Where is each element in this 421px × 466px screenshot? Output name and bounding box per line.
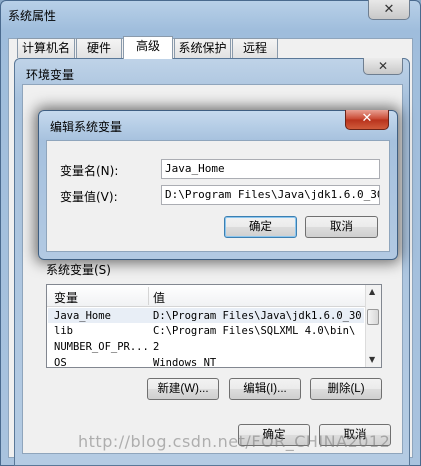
tab-remote[interactable]: 远程 [232,38,278,58]
edit-dialog-title: 编辑系统变量 [50,120,123,134]
list-header [47,285,365,307]
tab-computer-name[interactable]: 计算机名 [17,38,75,58]
system-properties-title: 系统属性 [8,9,57,23]
list-item-value[interactable]: C:\Program Files\SQLXML 4.0\bin\ [153,325,355,337]
close-icon: ✕ [377,59,389,73]
delete-variable-button[interactable]: 删除(L) [310,378,382,400]
new-variable-button[interactable]: 新建(W)... [147,378,219,400]
edit-cancel-button[interactable]: 取消 [305,216,378,238]
variable-value-label: 变量值(V): [60,190,118,204]
close-icon: ✕ [361,111,373,126]
tab-hardware[interactable]: 硬件 [76,38,122,58]
environment-variables-title: 环境变量 [26,68,75,82]
column-header-value[interactable]: 值 [153,289,165,306]
list-item-name[interactable]: OS [54,357,67,367]
environment-variables-close-button[interactable]: ✕ [363,58,403,75]
system-variables-label: 系统变量(S) [46,263,111,277]
watermark-text: http://blog.csdn.net/FOR_CHINA2012 [78,432,391,451]
scroll-down-icon[interactable]: ▼ [369,355,375,364]
list-item-value[interactable]: 2 [153,341,159,353]
scroll-up-icon[interactable]: ▲ [369,287,375,296]
list-item-name[interactable]: lib [54,325,73,337]
variable-value-input[interactable]: D:\Program Files\Java\jdk1.6.0_30 [161,185,380,205]
close-icon: ✕ [383,2,395,17]
variable-name-input[interactable]: Java_Home [161,159,380,179]
list-item-name[interactable]: Java_Home [54,310,111,322]
system-properties-close-button[interactable]: ✕ [368,0,410,20]
list-item-name[interactable]: NUMBER_OF_PR... [54,341,149,353]
column-header-variable[interactable]: 变量 [54,289,78,306]
list-item-value[interactable]: Windows_NT [153,357,216,367]
tab-system-protection[interactable]: 系统保护 [174,38,231,58]
list-item-value[interactable]: D:\Program Files\Java\jdk1.6.0_30 [153,310,362,322]
tab-advanced[interactable]: 高级 [123,36,173,59]
edit-ok-button[interactable]: 确定 [224,216,297,238]
edit-dialog-close-button[interactable]: ✕ [345,110,389,130]
column-divider[interactable] [148,287,149,305]
edit-variable-button[interactable]: 编辑(I)... [229,378,301,400]
variable-name-label: 变量名(N): [60,164,119,178]
scrollbar-thumb[interactable] [367,309,379,325]
